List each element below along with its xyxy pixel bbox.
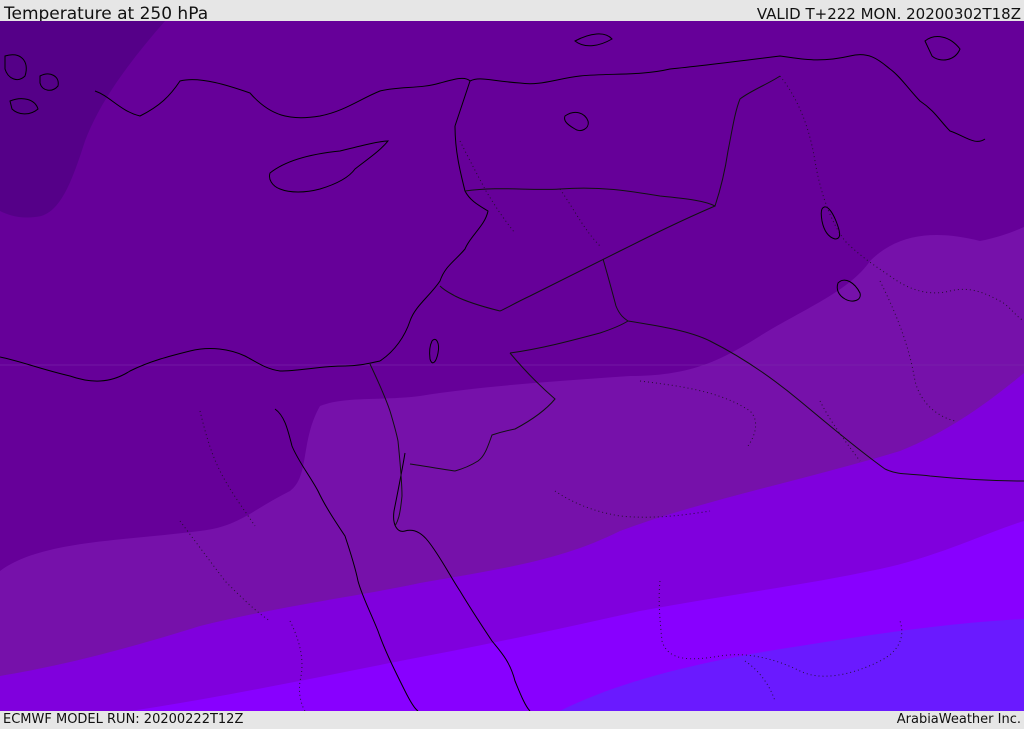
model-run: ECMWF MODEL RUN: 20200222T12Z [3,712,244,727]
map-panel [0,21,1024,711]
credit-text: ArabiaWeather Inc. [896,712,1021,727]
header-bar: Temperature at 250 hPa VALID T+222 MON. … [0,0,1024,24]
footer-bar: ECMWF MODEL RUN: 20200222T12Z ArabiaWeat… [0,711,1024,729]
map-canvas [0,21,1024,711]
